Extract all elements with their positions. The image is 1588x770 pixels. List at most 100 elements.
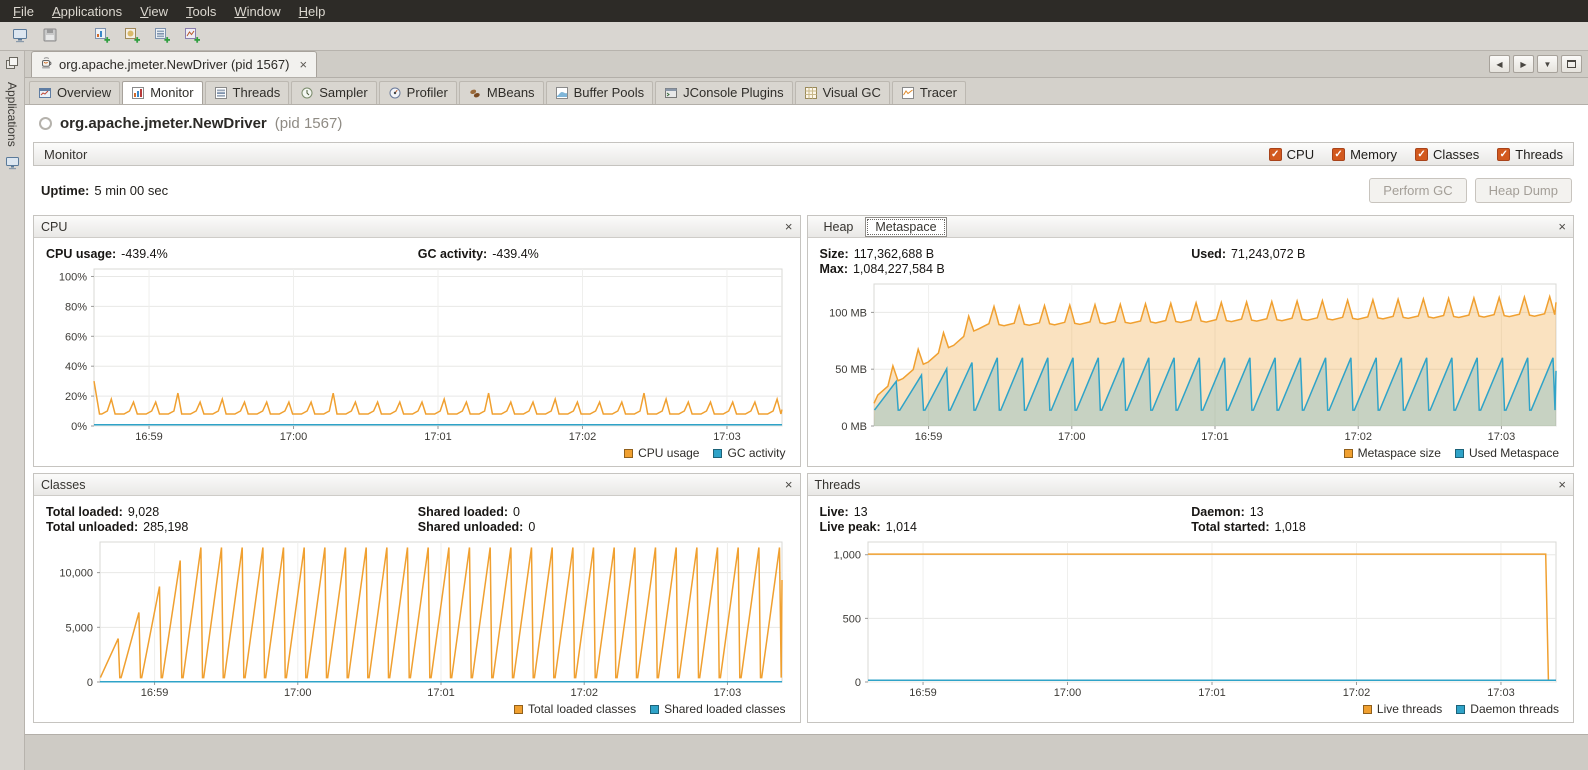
application-header: org.apache.jmeter.NewDriver (pid 1567) bbox=[31, 111, 1576, 142]
maximize-button[interactable] bbox=[1561, 55, 1582, 73]
perform-gc-button[interactable]: Perform GC bbox=[1369, 178, 1467, 203]
computer-icon bbox=[11, 26, 29, 47]
monitor-panels: CPU × CPU usage: -439.4% GC activity: -439… bbox=[33, 215, 1574, 723]
tab-label: MBeans bbox=[486, 85, 535, 100]
stat-label: Total started: bbox=[1191, 520, 1270, 534]
tab-monitor[interactable]: Monitor bbox=[122, 81, 203, 104]
close-icon[interactable]: × bbox=[1558, 220, 1566, 233]
menu-applications[interactable]: Applications bbox=[43, 0, 131, 22]
uptime-label: Uptime: bbox=[41, 183, 90, 198]
svg-text:17:02: 17:02 bbox=[1344, 431, 1372, 443]
add-application-snapshot-button[interactable] bbox=[90, 24, 114, 48]
svg-text:1,000: 1,000 bbox=[833, 550, 861, 562]
tab-mbeans[interactable]: MBeans bbox=[458, 81, 544, 104]
tab-overview[interactable]: Overview bbox=[29, 81, 121, 104]
memory-checkbox[interactable]: ✓ Memory bbox=[1332, 147, 1397, 162]
tab-visual-gc[interactable]: Visual GC bbox=[794, 81, 890, 104]
svg-text:17:03: 17:03 bbox=[1487, 687, 1515, 699]
menu-help[interactable]: Help bbox=[290, 0, 335, 22]
stat: Total unloaded: 285,198 bbox=[46, 520, 418, 534]
tab-label: Overview bbox=[57, 85, 112, 100]
stat-value: 13 bbox=[853, 505, 868, 519]
memory-panel-header: Heap Metaspace × bbox=[807, 216, 1573, 238]
svg-text:17:00: 17:00 bbox=[280, 431, 308, 443]
tab-label: Visual GC bbox=[822, 85, 881, 100]
legend-swatch bbox=[1343, 448, 1353, 458]
legend-label: Daemon threads bbox=[1470, 702, 1559, 716]
add-core-dump-button[interactable] bbox=[180, 24, 204, 48]
tab-profiler[interactable]: Profiler bbox=[378, 81, 457, 104]
stat-value: -439.4% bbox=[492, 247, 539, 261]
tab-metaspace[interactable]: Metaspace bbox=[865, 216, 947, 237]
threads-panel: Threads × Live: 13 Live peak: 1,014 Daemon… bbox=[806, 473, 1574, 723]
legend-label: Shared loaded classes bbox=[664, 702, 786, 716]
applications-panel-tab[interactable]: Applications bbox=[5, 82, 19, 147]
menu-tools[interactable]: Tools bbox=[177, 0, 225, 22]
close-icon[interactable]: × bbox=[300, 58, 308, 71]
menu-view[interactable]: View bbox=[131, 0, 177, 22]
document-tab-title: org.apache.jmeter.NewDriver (pid 1567) bbox=[59, 57, 290, 72]
threads-checkbox[interactable]: ✓ Threads bbox=[1497, 147, 1563, 162]
tab-jconsole-plugins[interactable]: JConsole Plugins bbox=[655, 81, 793, 104]
scroll-left-button[interactable]: ◀ bbox=[1489, 55, 1510, 73]
menu-window[interactable]: Window bbox=[225, 0, 289, 22]
toolbar-separator bbox=[68, 22, 84, 50]
threads-stats: Live: 13 Live peak: 1,014 Daemon: 13 Total … bbox=[818, 500, 1564, 535]
stat: CPU usage: -439.4% bbox=[46, 247, 418, 261]
threads-legend: Live threads Daemon threads bbox=[818, 700, 1564, 722]
legend-swatch bbox=[514, 704, 523, 714]
main-area: org.apache.jmeter.NewDriver (pid 1567) ×… bbox=[25, 51, 1588, 770]
legend-label: GC activity bbox=[727, 446, 786, 460]
close-icon[interactable]: × bbox=[1558, 478, 1566, 491]
stat: Total started: 1,018 bbox=[1191, 520, 1563, 534]
legend-item: Daemon threads bbox=[1456, 702, 1559, 716]
monitor-section-bar: Monitor ✓ CPU ✓ Memory ✓ Classes ✓ Threads bbox=[33, 142, 1574, 166]
svg-text:17:00: 17:00 bbox=[1053, 687, 1081, 699]
dock-windows-icon[interactable] bbox=[5, 56, 19, 73]
svg-text:17:00: 17:00 bbox=[284, 687, 312, 699]
tab-label: Sampler bbox=[319, 85, 368, 100]
cpu-checkbox[interactable]: ✓ CPU bbox=[1268, 147, 1314, 162]
console-window-icon bbox=[664, 86, 678, 100]
svg-text:0 MB: 0 MB bbox=[841, 421, 867, 433]
section-title: Monitor bbox=[44, 146, 88, 162]
add-thread-dump-button[interactable] bbox=[150, 24, 174, 48]
add-heap-dump-button[interactable] bbox=[120, 24, 144, 48]
classes-checkbox[interactable]: ✓ Classes bbox=[1415, 147, 1479, 162]
menu-file[interactable]: File bbox=[4, 0, 43, 22]
open-file-button[interactable] bbox=[8, 24, 32, 48]
panel-title: Classes bbox=[41, 477, 86, 492]
svg-text:16:59: 16:59 bbox=[135, 431, 163, 443]
stat-label: Daemon: bbox=[1191, 505, 1245, 519]
legend-item: Used Metaspace bbox=[1454, 446, 1559, 460]
legend-label: Live threads bbox=[1376, 702, 1443, 716]
tab-tracer[interactable]: Tracer bbox=[891, 81, 966, 104]
stat-label: Total unloaded: bbox=[46, 520, 139, 534]
save-all-button[interactable] bbox=[38, 24, 62, 48]
monitor-screen-icon[interactable] bbox=[5, 156, 20, 173]
tab-list-button[interactable]: ▼ bbox=[1537, 55, 1558, 73]
svg-text:100%: 100% bbox=[59, 271, 87, 283]
application-pid: (pid 1567) bbox=[274, 115, 343, 132]
metric-toggles: ✓ CPU ✓ Memory ✓ Classes ✓ Threads bbox=[1268, 147, 1563, 162]
tab-heap[interactable]: Heap bbox=[815, 218, 863, 236]
close-icon[interactable]: × bbox=[785, 220, 793, 233]
uptime-row: Uptime: 5 min 00 sec Perform GC Heap Dump bbox=[31, 166, 1576, 215]
classes-panel: Classes × Total loaded: 9,028 Total unloa… bbox=[33, 473, 801, 723]
workspace: Applications org.apache.jmeter.NewDriver… bbox=[0, 51, 1588, 770]
scroll-right-button[interactable]: ▶ bbox=[1513, 55, 1534, 73]
tab-label: JConsole Plugins bbox=[683, 85, 784, 100]
document-tab-jmeter[interactable]: org.apache.jmeter.NewDriver (pid 1567) × bbox=[31, 51, 318, 77]
close-icon[interactable]: × bbox=[785, 478, 793, 491]
floppy-disk-icon bbox=[41, 26, 59, 47]
tab-sampler[interactable]: Sampler bbox=[291, 81, 377, 104]
tab-buffer-pools[interactable]: Buffer Pools bbox=[545, 81, 654, 104]
classes-legend: Total loaded classes Shared loaded classe… bbox=[44, 700, 790, 722]
tab-threads[interactable]: Threads bbox=[204, 81, 290, 104]
uptime-value: 5 min 00 sec bbox=[94, 183, 169, 198]
add-thread-dump-icon bbox=[153, 26, 171, 47]
legend-item: Shared loaded classes bbox=[650, 702, 786, 716]
heap-dump-button[interactable]: Heap Dump bbox=[1474, 178, 1572, 203]
mbeans-beans-icon bbox=[468, 86, 482, 100]
cpu-panel-header: CPU × bbox=[34, 216, 800, 238]
